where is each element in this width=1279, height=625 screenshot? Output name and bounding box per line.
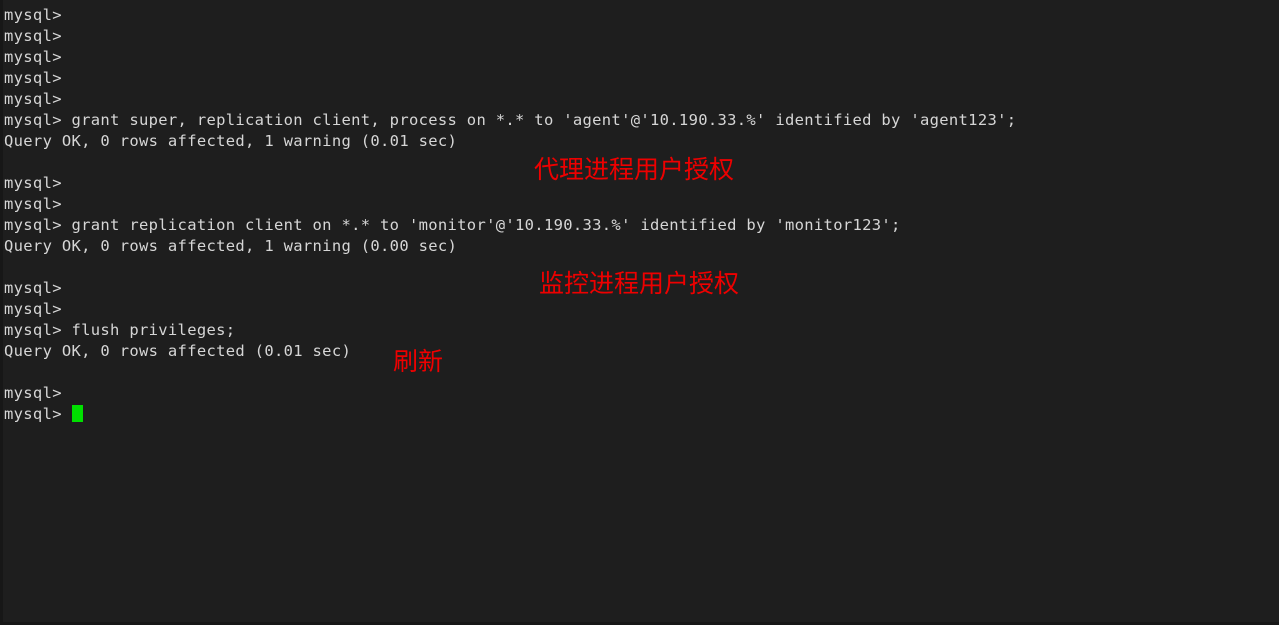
annotation-agent-grant: 代理进程用户授权 <box>534 155 735 184</box>
terminal-line-grant-agent: mysql> grant super, replication client, … <box>4 111 1017 129</box>
terminal-line: mysql> <box>4 300 62 318</box>
terminal-line-result-agent: Query OK, 0 rows affected, 1 warning (0.… <box>4 132 458 150</box>
terminal-window[interactable]: mysql> mysql> mysql> mysql> mysql> mysql… <box>0 0 1279 625</box>
annotation-monitor-grant: 监控进程用户授权 <box>539 269 740 298</box>
prompt-text: mysql> <box>4 405 72 423</box>
terminal-line: mysql> <box>4 195 62 213</box>
annotation-flush: 刷新 <box>393 347 444 376</box>
window-left-edge <box>0 0 3 625</box>
terminal-line-result-flush: Query OK, 0 rows affected (0.01 sec) <box>4 342 352 360</box>
text-cursor <box>71 405 83 422</box>
terminal-line: mysql> <box>4 69 62 87</box>
terminal-line: mysql> <box>4 384 62 402</box>
terminal-line: mysql> <box>4 48 62 66</box>
terminal-line: mysql> <box>4 90 62 108</box>
terminal-line: mysql> <box>4 27 62 45</box>
terminal-console-output[interactable]: mysql> mysql> mysql> mysql> mysql> mysql… <box>4 5 1274 425</box>
terminal-line-result-monitor: Query OK, 0 rows affected, 1 warning (0.… <box>4 237 458 255</box>
terminal-line-active-prompt[interactable]: mysql> <box>4 404 1274 425</box>
terminal-line-flush-privileges: mysql> flush privileges; <box>4 321 236 339</box>
terminal-line: mysql> <box>4 6 62 24</box>
terminal-line-grant-monitor: mysql> grant replication client on *.* t… <box>4 216 901 234</box>
